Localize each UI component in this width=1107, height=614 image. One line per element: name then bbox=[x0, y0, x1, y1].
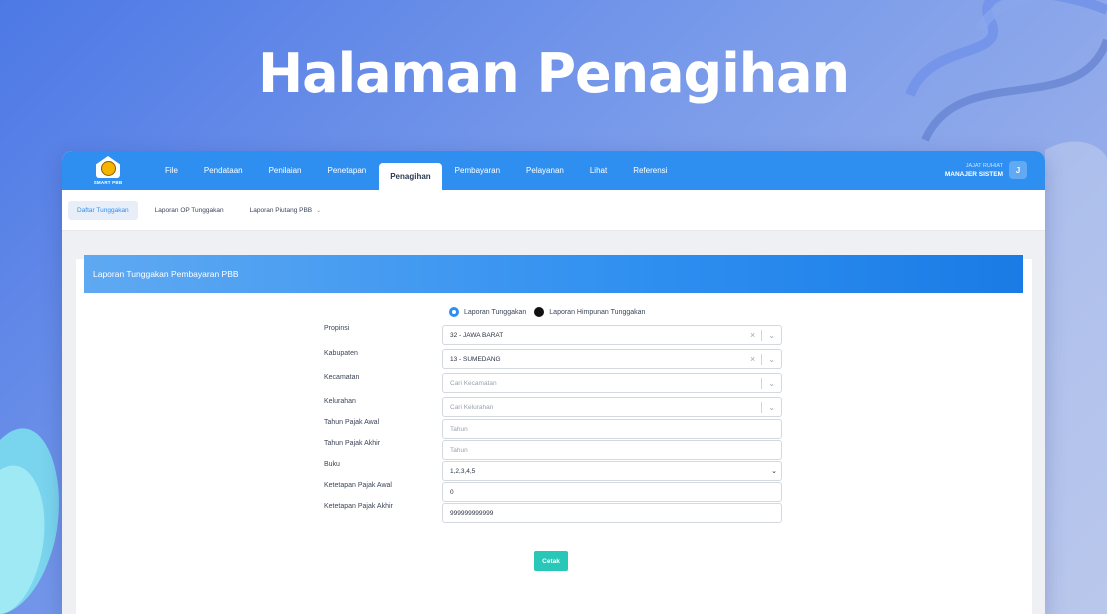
nav-item-penilaian[interactable]: Penilaian bbox=[256, 151, 315, 190]
field-label: Kelurahan bbox=[324, 398, 356, 405]
chevron-down-icon: ⌄ bbox=[316, 207, 322, 214]
clear-icon[interactable]: × bbox=[750, 330, 755, 340]
chevron-down-icon[interactable]: ⌄ bbox=[768, 331, 775, 340]
field-label: Kecamatan bbox=[324, 374, 360, 381]
house-icon bbox=[96, 156, 120, 178]
logo-text: SMART PBB bbox=[93, 180, 123, 185]
sub-navigation: Daftar Tunggakan Laporan OP Tunggakan La… bbox=[62, 190, 1045, 231]
chevron-down-icon[interactable]: ⌄ bbox=[768, 355, 775, 364]
input-placeholder: Tahun bbox=[450, 425, 468, 433]
panel-title: Laporan Tunggakan Pembayaran PBB bbox=[84, 255, 1023, 293]
field-label: Ketetapan Pajak Akhir bbox=[324, 503, 393, 510]
radio-label: Laporan Himpunan Tunggakan bbox=[549, 308, 646, 316]
select-value: 1,2,3,4,5 bbox=[450, 467, 476, 475]
avatar[interactable]: J bbox=[1009, 161, 1027, 179]
radio-laporan-tunggakan[interactable] bbox=[449, 307, 459, 317]
app-window: SMART PBB File Pendataan Penilaian Penet… bbox=[62, 151, 1045, 614]
radio-laporan-himpunan-tunggakan[interactable] bbox=[534, 307, 545, 317]
subnav-laporan-op-tunggakan[interactable]: Laporan OP Tunggakan bbox=[146, 201, 233, 220]
input-placeholder: Tahun bbox=[450, 446, 468, 454]
chevron-down-icon: ⌄ bbox=[771, 468, 777, 475]
ketetapan-pajak-awal-input[interactable]: 0 bbox=[442, 482, 782, 502]
clear-icon[interactable]: × bbox=[750, 354, 755, 364]
nav-item-pelayanan[interactable]: Pelayanan bbox=[513, 151, 577, 190]
app-logo[interactable]: SMART PBB bbox=[86, 151, 130, 190]
kelurahan-select[interactable]: Cari Kelurahan ⌄ bbox=[442, 397, 782, 417]
field-label: Tahun Pajak Awal bbox=[324, 419, 380, 426]
nav-item-pembayaran[interactable]: Pembayaran bbox=[442, 151, 513, 190]
nav-item-file[interactable]: File bbox=[152, 151, 191, 190]
field-label: Propinsi bbox=[324, 325, 350, 332]
subnav-laporan-piutang-pbb[interactable]: Laporan Piutang PBB ⌄ bbox=[241, 201, 331, 220]
input-value: 0 bbox=[450, 488, 454, 496]
cetak-button[interactable]: Cetak bbox=[534, 551, 568, 571]
page-hero-title: Halaman Penagihan bbox=[257, 42, 850, 105]
radio-label: Laporan Tunggakan bbox=[464, 308, 527, 316]
kabupaten-select[interactable]: 13 - SUMEDANG × ⌄ bbox=[442, 349, 782, 369]
select-placeholder: Cari Kecamatan bbox=[450, 379, 497, 387]
nav-item-referensi[interactable]: Referensi bbox=[620, 151, 680, 190]
chevron-down-icon[interactable]: ⌄ bbox=[768, 403, 775, 412]
buku-select[interactable]: 1,2,3,4,5 ⌄ bbox=[442, 461, 782, 481]
user-menu[interactable]: JAJAT RUHIAT MANAJER SISTEM J bbox=[945, 161, 1027, 179]
user-role: MANAJER SISTEM bbox=[944, 170, 1003, 178]
field-label: Buku bbox=[324, 461, 340, 468]
subnav-label: Laporan Piutang PBB bbox=[249, 206, 313, 214]
select-placeholder: Cari Kelurahan bbox=[450, 403, 494, 411]
tahun-pajak-akhir-input[interactable]: Tahun bbox=[442, 440, 782, 460]
report-panel: Laporan Tunggakan Pembayaran PBB Laporan… bbox=[76, 255, 1032, 614]
propinsi-select[interactable]: 32 - JAWA BARAT × ⌄ bbox=[442, 325, 782, 345]
field-label: Tahun Pajak Akhir bbox=[324, 440, 381, 447]
nav-item-penetapan[interactable]: Penetapan bbox=[315, 151, 380, 190]
user-name: JAJAT RUHIAT bbox=[965, 162, 1003, 169]
nav-item-lihat[interactable]: Lihat bbox=[577, 151, 620, 190]
select-value: 13 - SUMEDANG bbox=[450, 355, 501, 363]
report-type-radio-group: Laporan Tunggakan Laporan Himpunan Tungg… bbox=[449, 307, 653, 317]
subnav-daftar-tunggakan[interactable]: Daftar Tunggakan bbox=[68, 200, 138, 220]
tahun-pajak-awal-input[interactable]: Tahun bbox=[442, 419, 782, 439]
input-value: 999999999999 bbox=[450, 509, 494, 517]
ketetapan-pajak-akhir-input[interactable]: 999999999999 bbox=[442, 503, 782, 523]
nav-item-penagihan[interactable]: Penagihan bbox=[379, 163, 442, 190]
chevron-down-icon[interactable]: ⌄ bbox=[768, 379, 775, 388]
kecamatan-select[interactable]: Cari Kecamatan ⌄ bbox=[442, 373, 782, 393]
field-label: Kabupaten bbox=[324, 350, 358, 357]
select-value: 32 - JAWA BARAT bbox=[450, 331, 504, 339]
nav-item-pendataan[interactable]: Pendataan bbox=[191, 151, 256, 190]
top-navigation: SMART PBB File Pendataan Penilaian Penet… bbox=[62, 151, 1045, 190]
field-label: Ketetapan Pajak Awal bbox=[324, 482, 392, 489]
